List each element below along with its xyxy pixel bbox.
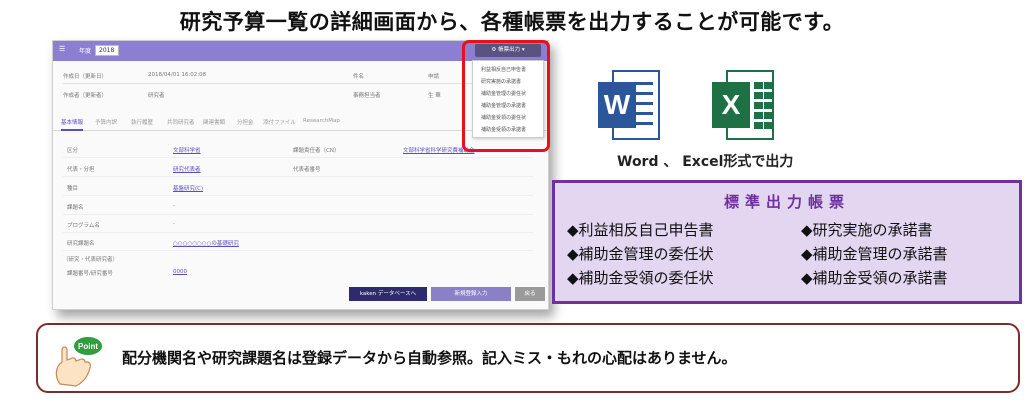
created-date-label: 作成日（更新日） [63, 74, 108, 80]
excel-cell [754, 122, 763, 129]
excel-cell [754, 92, 763, 99]
tab-attachments[interactable]: 添付ファイル [263, 118, 296, 126]
standard-form-item: ◆補助金管理の委任状 [567, 245, 714, 263]
row-divider [63, 176, 533, 177]
created-date-value: 2018/04/01 16:02:08 [148, 72, 207, 78]
author-label: 作成者（更新者） [63, 93, 108, 99]
standard-form-item: ◆研究実施の承諾書 [801, 221, 933, 239]
excel-cell [754, 102, 763, 109]
row-value[interactable]: 文部科学省 [173, 146, 201, 154]
row-label: 種目 [67, 186, 79, 192]
subject-value: 申請 [428, 74, 440, 80]
excel-letter: X [712, 82, 750, 128]
excel-cell [764, 92, 773, 99]
row-value: - [173, 203, 175, 209]
row-right-label: 代表者番号 [293, 167, 321, 173]
row-divider [63, 195, 533, 196]
row-label: 区分 [67, 148, 79, 154]
standard-form-item: ◆補助金管理の承諾書 [801, 245, 948, 263]
tab-execution-history[interactable]: 執行履歴 [131, 118, 153, 126]
standard-form-item: ◆補助金受領の承諾書 [801, 269, 948, 287]
excel-cell [764, 122, 773, 129]
kaken-database-button[interactable]: kaken データベースへ [349, 287, 427, 301]
row-right-label: 課題責任者（CN） [293, 148, 340, 154]
excel-cell [764, 82, 773, 89]
tab-allotment[interactable]: 分担金 [237, 118, 254, 126]
office-staff-value: 生 華 [428, 93, 441, 99]
standard-form-item: ◆補助金受領の委任状 [567, 269, 714, 287]
row-divider [63, 250, 533, 251]
row-divider [63, 157, 533, 158]
row-divider [63, 232, 533, 233]
word-icon: W [598, 70, 660, 140]
row-label: 課題名 [67, 205, 84, 211]
format-caption: Word 、 Excel形式で出力 [617, 154, 794, 170]
excel-icon: X [712, 70, 774, 140]
export-highlight-outline [462, 40, 550, 152]
tab-basic-info[interactable]: 基本情報 [61, 118, 84, 131]
point-note-box: Point 配分機関名や研究課題名は登録データから自動参照。記入ミス・もれの心配… [36, 323, 1020, 393]
excel-cell [764, 112, 773, 119]
row-value[interactable]: 基盤研究(C) [173, 184, 203, 192]
point-note-text: 配分機関名や研究課題名は登録データから自動参照。記入ミス・もれの心配はありません… [122, 349, 737, 367]
author-value: 研究者 [148, 93, 165, 99]
office-staff-label: 事務担当者 [353, 93, 381, 99]
row-value[interactable]: 0000 [173, 269, 187, 275]
tab-researchmap[interactable]: ResearchMap [303, 118, 340, 124]
row-label: プログラム名 [67, 223, 100, 229]
word-letter: W [598, 82, 636, 128]
headline: 研究予算一覧の詳細画面から、各種帳票を出力することが可能です。 [179, 10, 845, 34]
row-value: - [173, 221, 175, 227]
standard-form-item: ◆利益相反自己申告書 [567, 221, 714, 239]
menu-icon: ☰ [59, 45, 66, 53]
row-divider [63, 214, 533, 215]
year-label: 年度 [79, 48, 92, 55]
excel-cell [754, 112, 763, 119]
section-label: 〔研究・代表研究者〕 [63, 257, 119, 263]
point-badge-text: Point [78, 342, 98, 351]
row-label: 課題番号/研究番号 [67, 271, 113, 277]
tab-budget-breakdown[interactable]: 予算内訳 [95, 118, 117, 126]
row-value[interactable]: 研究代表者 [173, 165, 201, 173]
row-label: 研究課題名 [67, 241, 95, 247]
point-hand-icon: Point [55, 337, 102, 387]
standard-forms-title: 標準出力帳票 [723, 193, 850, 211]
excel-cell [764, 102, 773, 109]
standard-forms-box: 標準出力帳票 ◆利益相反自己申告書 ◆補助金管理の委任状 ◆補助金受領の委任状 … [552, 180, 1022, 304]
subject-label: 件名 [353, 74, 365, 80]
back-button[interactable]: 戻る [515, 287, 545, 301]
excel-cell [754, 82, 763, 89]
row-label: 代表・分担 [67, 167, 95, 173]
row-value[interactable]: ○○○○○○○○の基礎研究 [173, 239, 239, 247]
year-select[interactable]: 2018 [95, 45, 119, 56]
tab-co-researchers[interactable]: 共同研究者 [167, 118, 195, 126]
new-entry-button[interactable]: 新規登録入力 [431, 287, 511, 301]
tab-documents[interactable]: 関連書類 [203, 118, 225, 126]
